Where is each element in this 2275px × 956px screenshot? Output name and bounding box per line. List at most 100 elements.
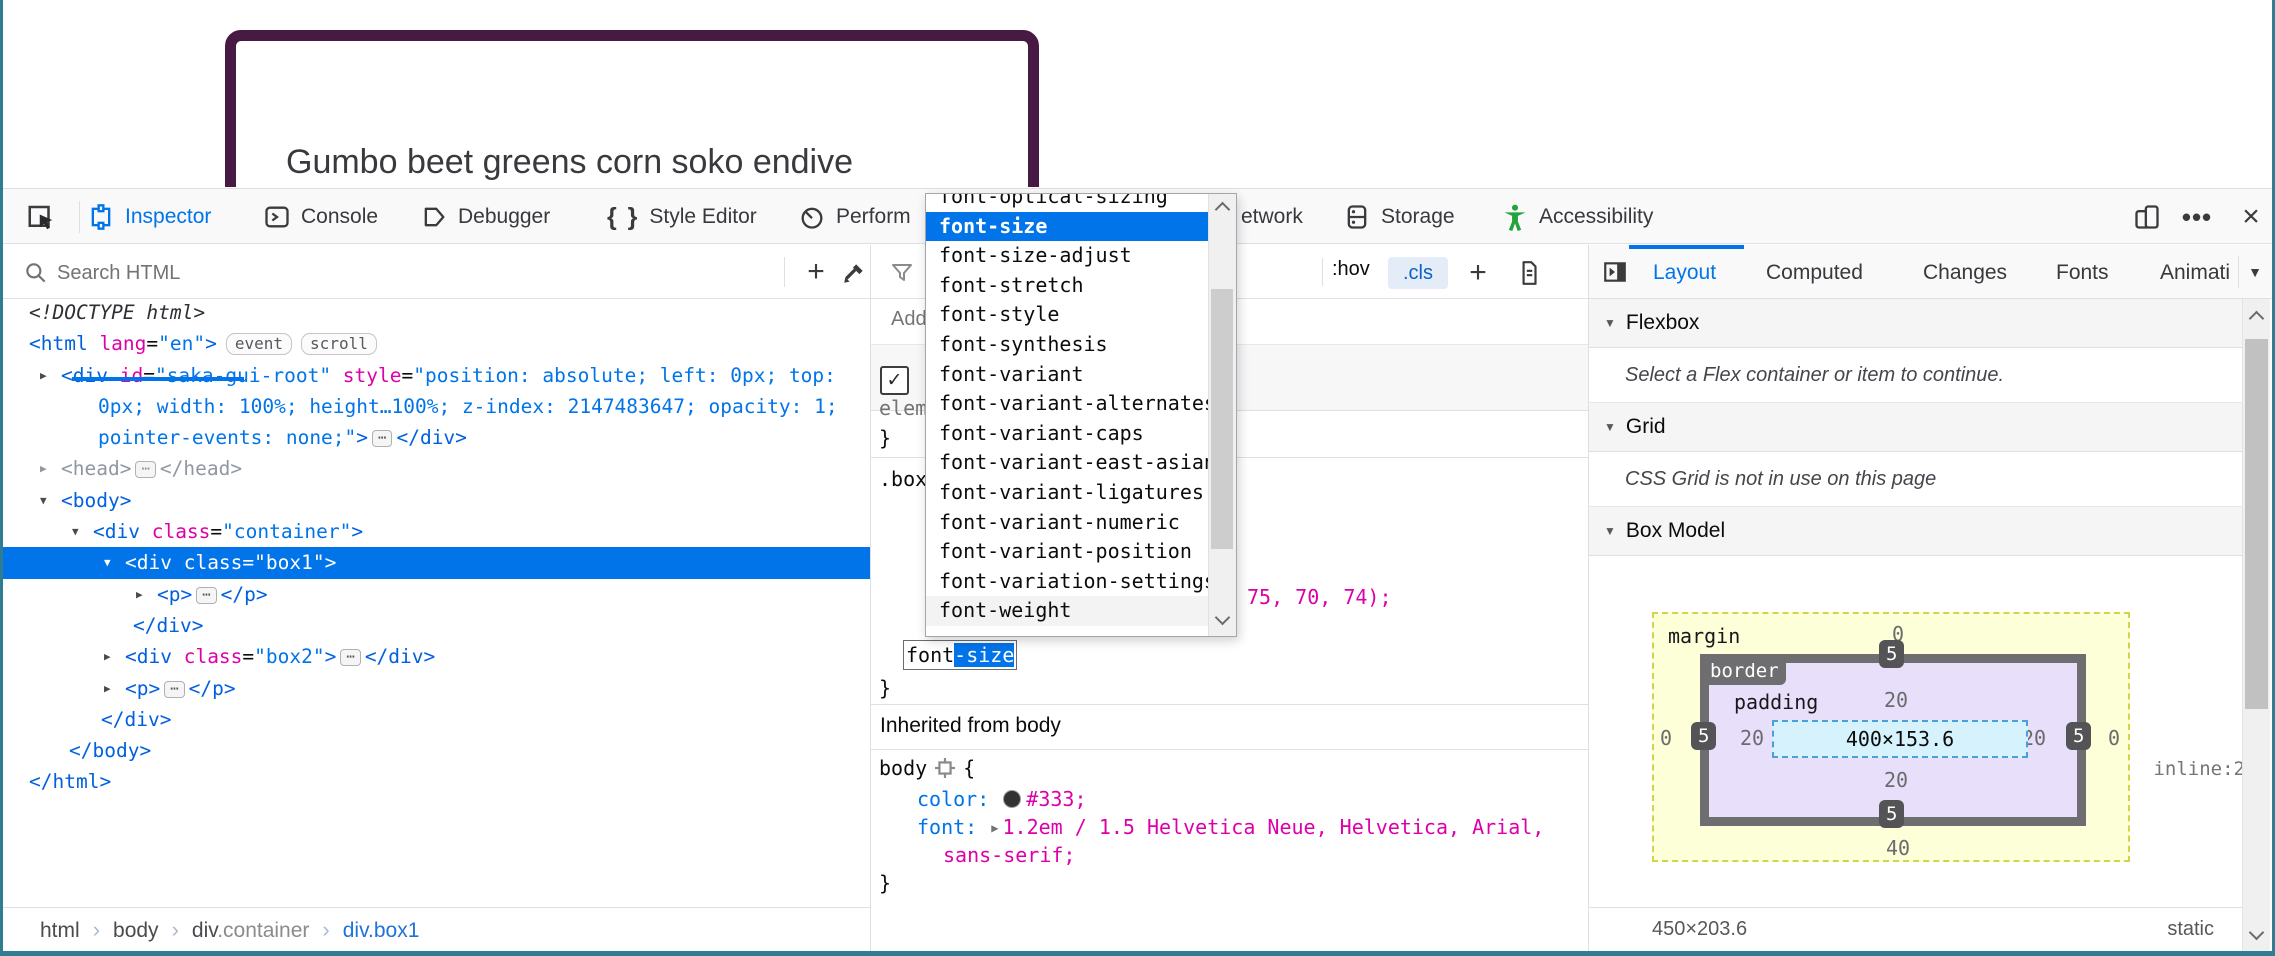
responsive-design-mode-button[interactable]	[2129, 201, 2165, 233]
margin-bottom-value[interactable]: 40	[1886, 836, 1910, 860]
padding-left-value[interactable]: 20	[1740, 726, 1764, 750]
inline-text-ellipsis[interactable]: ⋯	[372, 430, 392, 447]
autocomplete-item[interactable]: font-variant-numeric	[926, 508, 1209, 538]
tab-accessibility[interactable]: Accessibility	[1501, 189, 1653, 245]
add-node-button[interactable]: +	[799, 254, 833, 290]
breadcrumb-item[interactable]: div.box1	[343, 919, 420, 942]
pick-element-button[interactable]	[17, 199, 65, 235]
toggle-pseudo-classes-button[interactable]: :hov	[1332, 258, 1370, 281]
tab-fonts[interactable]: Fonts	[2056, 245, 2109, 301]
tab-changes[interactable]: Changes	[1923, 245, 2007, 301]
autocomplete-item[interactable]: font-weight	[926, 596, 1209, 626]
autocomplete-scrollbar[interactable]	[1208, 194, 1236, 636]
meatball-menu-button[interactable]: •••	[2175, 201, 2219, 233]
autocomplete-item[interactable]: font-variant-ligatures	[926, 478, 1209, 508]
tab-computed[interactable]: Computed	[1766, 245, 1863, 301]
event-badge[interactable]: scroll	[301, 333, 377, 355]
tab-debugger[interactable]: Debugger	[420, 189, 550, 245]
markup-tree-row[interactable]: <html lang="en">eventscroll	[3, 328, 870, 359]
tab-layout[interactable]: Layout	[1653, 245, 1716, 301]
breadcrumb-item[interactable]: div.container	[192, 919, 310, 942]
tab-network-partial[interactable]: etwork	[1241, 189, 1303, 245]
inline-text-ellipsis[interactable]: ⋯	[135, 461, 155, 478]
markup-tree-row[interactable]: ▶<div class="box2">⋯</div>	[3, 641, 870, 672]
margin-right-value[interactable]: 0	[2108, 726, 2120, 750]
autocomplete-item[interactable]: font-size-adjust	[926, 241, 1209, 271]
markup-tree-row[interactable]: ▼<div class="container">	[3, 516, 870, 547]
box1-property-value-fragment[interactable]: 75, 70, 74);	[1247, 585, 1392, 609]
body-rule-selector[interactable]: body{	[879, 756, 975, 780]
tab-storage[interactable]: Storage	[1343, 189, 1455, 245]
box-model-section-header[interactable]: ▼ Box Model	[1589, 507, 2242, 556]
markup-tree-row[interactable]: ▼<div class="box1">	[3, 547, 870, 578]
scroll-down-icon[interactable]	[2249, 925, 2265, 941]
markup-tree-row[interactable]: ▶<p>⋯</p>	[3, 579, 870, 610]
tab-performance[interactable]: Perform	[798, 189, 911, 245]
toggle-classes-button[interactable]: .cls	[1388, 257, 1448, 289]
markup-tree-row[interactable]: ▶<p>⋯</p>	[3, 673, 870, 704]
padding-bottom-value[interactable]: 20	[1884, 768, 1908, 792]
expand-shorthand-icon[interactable]: ▶	[991, 821, 998, 835]
expand-sidebar-button[interactable]	[1597, 256, 1633, 288]
box-model-content-box[interactable]: 400×153.6	[1772, 720, 2028, 758]
tab-console[interactable]: Console	[263, 189, 378, 245]
inline-text-ellipsis[interactable]: ⋯	[164, 681, 184, 698]
margin-left-value[interactable]: 0	[1660, 726, 1672, 750]
class-box1-checkbox[interactable]: ✓	[880, 366, 909, 395]
grid-section-header[interactable]: ▼ Grid	[1589, 403, 2242, 452]
markup-tree-row[interactable]: ▼<body>	[3, 485, 870, 516]
twisty-right-icon[interactable]: ▶	[40, 360, 47, 391]
markup-tree-row[interactable]: </html>	[3, 766, 870, 797]
tab-animations-partial[interactable]: Animati	[2160, 245, 2230, 301]
autocomplete-item[interactable]: font-synthesis	[926, 330, 1209, 360]
border-bottom-value[interactable]: 5	[1879, 800, 1904, 828]
markup-tree-row[interactable]: pointer-events: none;">⋯</div>	[3, 422, 870, 453]
breadcrumb-item[interactable]: body	[113, 919, 159, 942]
border-left-value[interactable]: 5	[1691, 722, 1716, 750]
autocomplete-item[interactable]: font-variant	[926, 360, 1209, 390]
color-swatch[interactable]	[1003, 790, 1021, 808]
flexbox-section-header[interactable]: ▼ Flexbox	[1589, 299, 2242, 348]
autocomplete-item[interactable]: font-size	[926, 212, 1209, 242]
eyedropper-button[interactable]	[837, 257, 871, 289]
autocomplete-item[interactable]: font-stretch	[926, 271, 1209, 301]
autocomplete-item[interactable]: font-style	[926, 300, 1209, 330]
close-devtools-button[interactable]: ×	[2233, 199, 2269, 235]
twisty-down-icon[interactable]: ▼	[40, 485, 47, 516]
inline-text-ellipsis[interactable]: ⋯	[196, 587, 216, 604]
markup-tree-row[interactable]: <!DOCTYPE html>	[3, 297, 870, 328]
event-badge[interactable]: event	[226, 333, 292, 355]
twisty-right-icon[interactable]: ▶	[136, 579, 143, 610]
scroll-up-icon[interactable]	[1215, 202, 1231, 218]
padding-top-value[interactable]: 20	[1884, 688, 1908, 712]
autocomplete-item[interactable]: font-variant-alternates	[926, 389, 1209, 419]
breadcrumb-item[interactable]: html	[40, 919, 80, 942]
twisty-right-icon[interactable]: ▶	[40, 453, 47, 484]
autocomplete-item[interactable]: font-variant-caps	[926, 419, 1209, 449]
scrollbar-thumb[interactable]	[1211, 289, 1233, 549]
autocomplete-item[interactable]: font-variant-position	[926, 537, 1209, 567]
add-rule-button[interactable]: +	[1460, 253, 1496, 293]
print-media-simulation-button[interactable]	[1512, 257, 1546, 289]
property-name-editor[interactable]: font-size	[903, 640, 1017, 670]
body-rule-source[interactable]: inline:2	[2153, 758, 2245, 780]
autocomplete-item[interactable]: font-optical-sizing	[926, 193, 1209, 212]
flex-highlight-target-icon[interactable]	[935, 758, 955, 778]
markup-tree-row[interactable]: </div>	[3, 610, 870, 641]
tab-inspector[interactable]: Inspector	[87, 189, 211, 245]
markup-tree-row[interactable]: 0px; width: 100%; height…100%; z-index: …	[3, 391, 870, 422]
border-right-value[interactable]: 5	[2066, 722, 2091, 750]
inline-text-ellipsis[interactable]: ⋯	[340, 649, 360, 666]
scrollbar-thumb[interactable]	[2245, 339, 2268, 709]
border-top-value[interactable]: 5	[1879, 640, 1904, 668]
markup-tree-row[interactable]: </div>	[3, 704, 870, 735]
markup-tree-row[interactable]: ▶<head>⋯</head>	[3, 453, 870, 484]
twisty-down-icon[interactable]: ▼	[104, 547, 111, 578]
search-html-input[interactable]	[55, 257, 619, 289]
layout-panel-scrollbar[interactable]	[2242, 299, 2270, 951]
body-color-property[interactable]: color: #333;	[917, 787, 1087, 811]
autocomplete-item[interactable]: font-variant-east-asian	[926, 448, 1209, 478]
scroll-up-icon[interactable]	[2249, 311, 2265, 327]
markup-tree-row[interactable]: ▶<div id="saka-gui-root" style="position…	[3, 360, 870, 391]
twisty-right-icon[interactable]: ▶	[104, 641, 111, 672]
